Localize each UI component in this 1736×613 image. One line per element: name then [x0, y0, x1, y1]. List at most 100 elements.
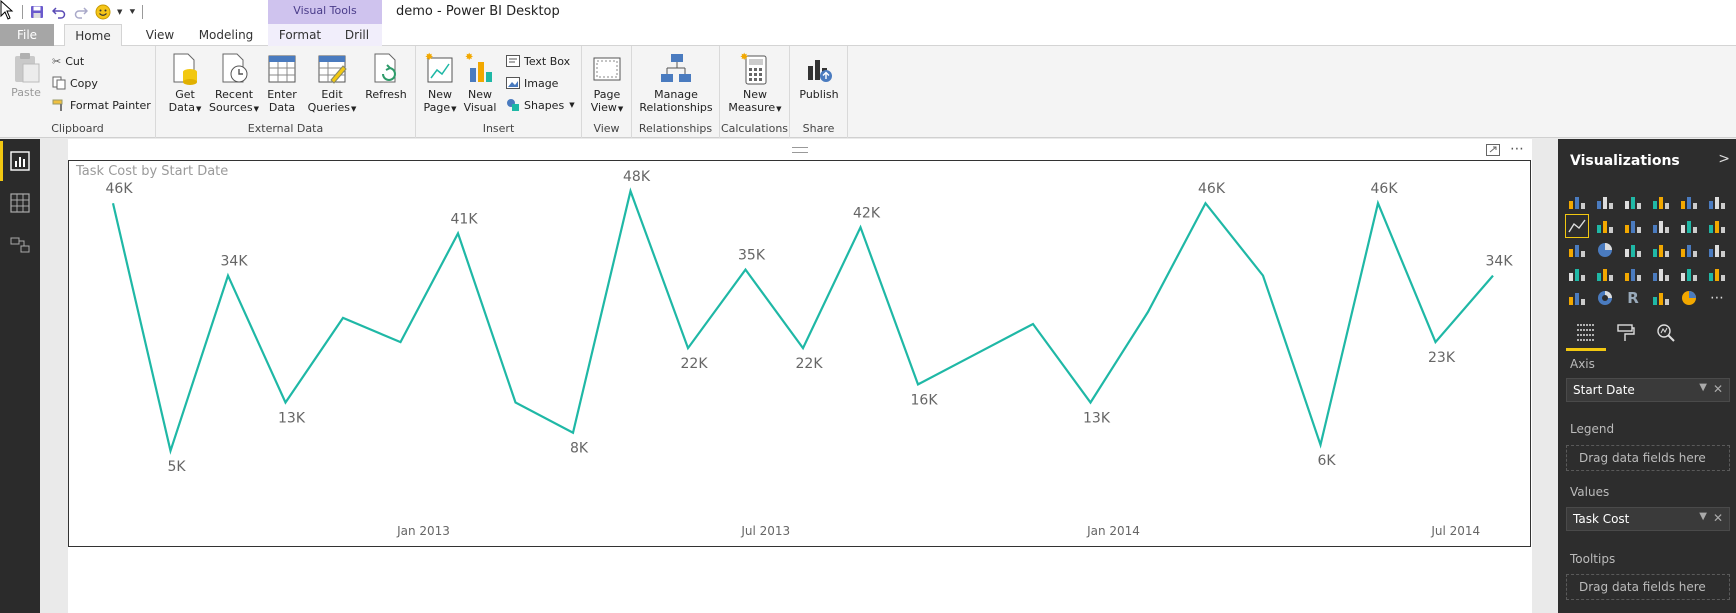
gauge-visual-icon[interactable]	[1622, 263, 1644, 285]
smiley-feedback-icon[interactable]	[95, 4, 111, 20]
relationships-group-label: Relationships	[638, 122, 713, 135]
text-box-button[interactable]: Text Box	[506, 52, 570, 70]
format-painter-button[interactable]: Format Painter	[52, 96, 151, 114]
data-label: 8K	[570, 441, 589, 457]
stacked-area-visual-icon[interactable]	[1622, 215, 1644, 237]
data-label: 22K	[681, 356, 709, 372]
data-label: 13K	[1083, 410, 1111, 426]
data-label: 48K	[623, 169, 651, 185]
fields-tab-icon[interactable]	[1566, 315, 1606, 351]
r-visual-visual-icon[interactable]: R	[1622, 287, 1644, 309]
new-measure-label-line2: Measure	[728, 101, 776, 114]
tab-modeling[interactable]: Modeling	[198, 24, 254, 46]
manage-relationships-button[interactable]: Manage Relationships	[638, 52, 714, 114]
visual-drag-handle[interactable]	[792, 147, 808, 153]
card-visual-icon[interactable]	[1678, 263, 1700, 285]
edit-queries-button[interactable]: Edit Queries▼	[304, 52, 360, 116]
customize-qat-icon[interactable]: ⯆	[128, 7, 136, 18]
smiley-dropdown-icon[interactable]: ▼	[117, 8, 122, 16]
remove-field-icon[interactable]: ✕	[1713, 511, 1723, 525]
calculator-icon: ✸	[740, 52, 767, 85]
pie-visual-icon[interactable]	[1594, 239, 1616, 261]
ribbon-visual-icon[interactable]	[1706, 215, 1728, 237]
visualizations-pane: Visualizations > R ⋯ Axis Start Date ▼ ✕ …	[1558, 139, 1736, 613]
edit-queries-label-line1: Edit	[321, 88, 343, 101]
remove-field-icon[interactable]: ✕	[1713, 382, 1723, 396]
tab-file[interactable]: File	[0, 24, 54, 46]
treemap-visual-icon[interactable]	[1622, 239, 1644, 261]
edit-queries-label-line2: Queries	[307, 101, 351, 114]
slicer-visual-icon[interactable]	[1566, 287, 1588, 309]
shapes-button[interactable]: Shapes ▼	[506, 96, 575, 114]
manage-relationships-label-line2: Relationships	[639, 101, 713, 114]
map-visual-icon[interactable]	[1650, 239, 1672, 261]
refresh-button[interactable]: Refresh	[362, 52, 410, 101]
chevron-down-icon[interactable]: ▼	[1699, 511, 1707, 522]
ribbon: Paste ✂ Cut Copy Format Painter Clipboar…	[0, 46, 1736, 138]
collapse-pane-icon[interactable]: >	[1718, 151, 1730, 167]
data-view-icon[interactable]	[0, 183, 40, 223]
line-chart-visual[interactable]: ⋯ Task Cost by Start Date 46K 5K 34K 13K 41K…	[68, 142, 1531, 547]
undo-icon[interactable]	[51, 4, 67, 20]
kpi-visual-icon[interactable]	[1706, 263, 1728, 285]
filled-map-visual-icon[interactable]	[1566, 263, 1588, 285]
tab-drill[interactable]: Drill	[332, 24, 382, 46]
scatter-visual-icon[interactable]	[1566, 239, 1588, 261]
quick-access-toolbar: ▼ ⯆	[0, 0, 144, 24]
tab-view[interactable]: View	[145, 24, 175, 46]
100-bar-visual-icon[interactable]	[1678, 191, 1700, 213]
cut-button[interactable]: ✂ Cut	[52, 52, 84, 70]
legend-drop-zone[interactable]: Drag data fields here	[1566, 445, 1730, 471]
page-view-button[interactable]: Page View▼	[586, 52, 628, 116]
globe-visual-icon[interactable]	[1678, 287, 1700, 309]
new-page-button[interactable]: ✸ New Page▼	[420, 52, 460, 116]
donut-visual-icon[interactable]	[1594, 287, 1616, 309]
enter-data-button[interactable]: Enter Data	[260, 52, 304, 114]
focus-mode-icon[interactable]	[1486, 144, 1500, 159]
save-icon[interactable]	[29, 4, 45, 20]
manage-relationships-icon	[661, 54, 691, 82]
recent-sources-button[interactable]: Recent Sources▼	[206, 52, 262, 116]
stacked-column-visual-icon[interactable]	[1594, 191, 1616, 213]
get-data-label-line2: Data	[168, 101, 195, 114]
table-visual-icon[interactable]	[1678, 239, 1700, 261]
more-visual-icon[interactable]: ⋯	[1706, 287, 1728, 309]
analytics-magnifier-icon[interactable]	[1646, 315, 1686, 351]
publish-button[interactable]: Publish	[796, 52, 842, 101]
ribbon-tab-row: File Home View Modeling Format Drill	[0, 24, 1736, 47]
image-button[interactable]: Image	[506, 74, 558, 92]
axis-field-pill[interactable]: Start Date ▼ ✕	[1566, 378, 1730, 402]
line-clustered-visual-icon[interactable]	[1678, 215, 1700, 237]
svg-text:✸: ✸	[425, 52, 433, 63]
clustered-bar-visual-icon[interactable]	[1622, 191, 1644, 213]
tooltips-drop-zone[interactable]: Drag data fields here	[1566, 574, 1730, 600]
page-view-label-line2: View	[590, 101, 617, 114]
matrix-visual-icon[interactable]	[1706, 239, 1728, 261]
chevron-down-icon[interactable]: ▼	[1699, 382, 1707, 393]
values-field-pill[interactable]: Task Cost ▼ ✕	[1566, 507, 1730, 531]
tab-home[interactable]: Home	[64, 24, 122, 47]
paste-button[interactable]: Paste	[8, 52, 44, 99]
funnel-visual-icon[interactable]	[1594, 263, 1616, 285]
get-data-button[interactable]: Get Data▼	[162, 52, 208, 116]
copy-icon	[52, 76, 66, 90]
stacked-bar-visual-icon[interactable]	[1566, 191, 1588, 213]
report-view-icon[interactable]	[0, 141, 40, 181]
redo-icon[interactable]	[73, 4, 89, 20]
multirow-card-visual-icon[interactable]	[1650, 263, 1672, 285]
line-visual-icon[interactable]	[1565, 214, 1589, 238]
copy-button[interactable]: Copy	[52, 74, 98, 92]
format-paint-roller-icon[interactable]	[1606, 315, 1646, 351]
100-column-visual-icon[interactable]	[1706, 191, 1728, 213]
tab-format[interactable]: Format	[268, 24, 332, 46]
new-visual-button[interactable]: ✸ New Visual	[460, 52, 500, 114]
series-line	[111, 187, 1494, 455]
line-column-visual-icon[interactable]	[1650, 215, 1672, 237]
relationships-view-icon[interactable]	[0, 225, 40, 265]
new-measure-button[interactable]: ✸ New Measure▼	[726, 52, 784, 116]
more-options-icon[interactable]: ⋯	[1510, 142, 1524, 159]
publish-label: Publish	[799, 88, 839, 101]
clustered-column-visual-icon[interactable]	[1650, 191, 1672, 213]
area-visual-icon[interactable]	[1594, 215, 1616, 237]
shape-map-visual-icon[interactable]	[1650, 287, 1672, 309]
